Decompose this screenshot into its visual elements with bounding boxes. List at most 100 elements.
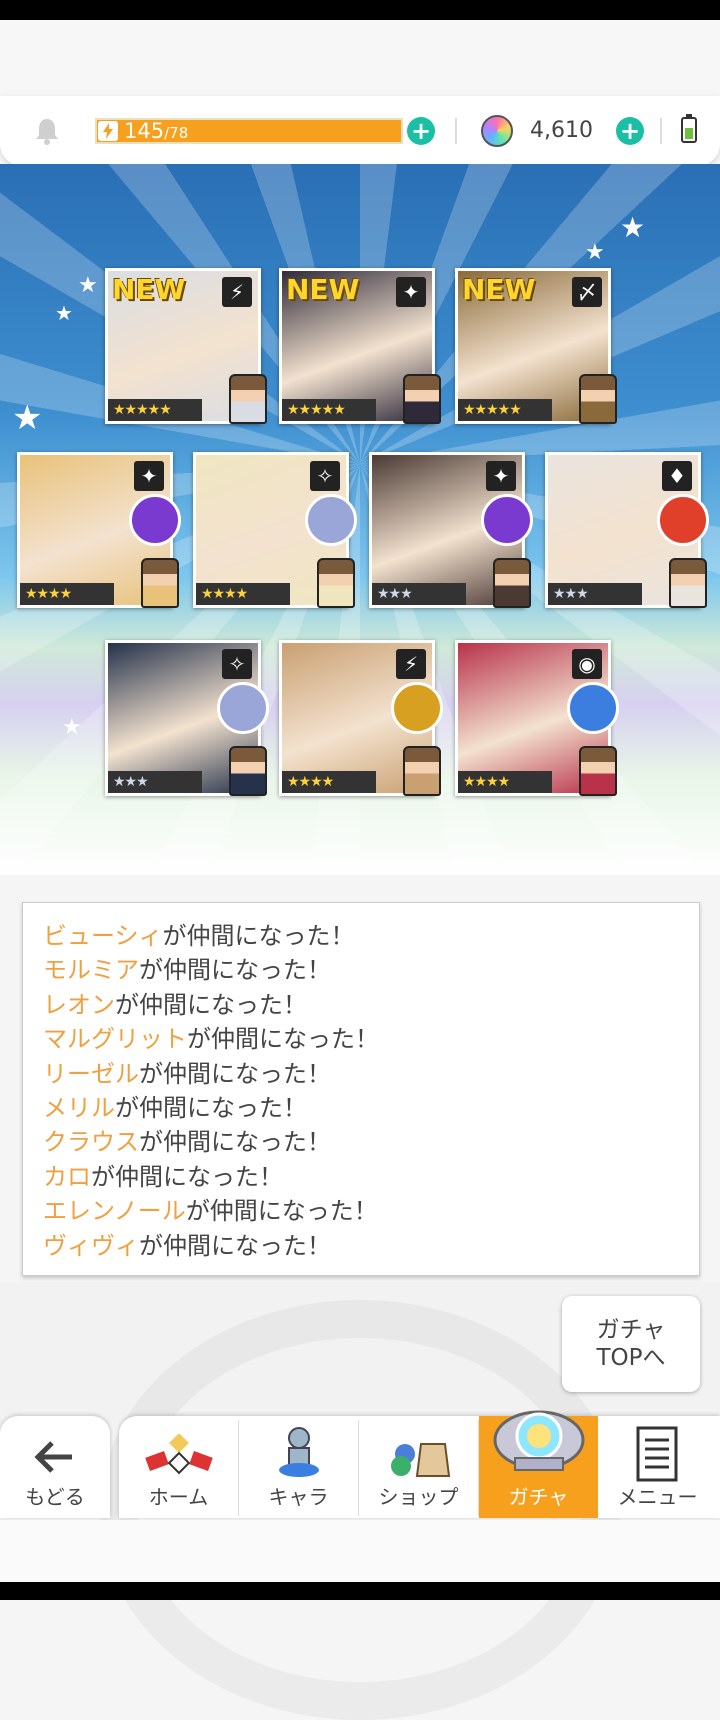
character-name: モルミア: [43, 956, 139, 985]
character-name: リーゼル: [43, 1059, 139, 1088]
log-line: ヴィヴィが仲間になった！: [43, 1229, 673, 1257]
pixel-character-sprite: [579, 746, 617, 796]
new-badge: NEW: [286, 273, 360, 306]
joined-text: が仲間になった！: [115, 990, 307, 1019]
sparkle-icon: ★: [12, 398, 43, 438]
result-log-panel: ビューシィが仲間になった！ モルミアが仲間になった！ レオンが仲間になった！ マルグリ…: [22, 902, 700, 1276]
back-button[interactable]: もどる: [0, 1416, 110, 1518]
rarity-stars: ★★★: [372, 583, 466, 605]
divider: [660, 118, 662, 144]
gacha-crystal-icon: [493, 1410, 585, 1471]
pixel-character-sprite: [229, 746, 267, 796]
tab-home[interactable]: ホーム: [119, 1416, 238, 1518]
character-name: クラウス: [43, 1128, 139, 1157]
joined-text: が仲間になった！: [185, 1197, 378, 1226]
bolt-icon: ⚡: [222, 277, 252, 307]
weapon-icon: [657, 494, 709, 546]
tab-home-label: ホーム: [148, 1485, 209, 1509]
rarity-stars: ★★★★★: [458, 399, 552, 421]
new-badge: NEW: [462, 273, 536, 306]
rarity-stars: ★★★★: [458, 771, 552, 793]
home-icon: [145, 1434, 213, 1475]
sparkle-icon: ★: [62, 715, 82, 740]
tab-shop-label: ショップ: [378, 1485, 459, 1509]
log-line: クラウスが仲間になった！: [43, 1125, 673, 1159]
rarity-stars: ★★★★★: [108, 399, 202, 421]
tab-chara[interactable]: キャラ: [239, 1416, 358, 1518]
joined-text: が仲間になった！: [115, 1093, 307, 1122]
sparkle-icon: ★: [620, 211, 646, 244]
light-star-icon: ✧: [310, 461, 340, 491]
dark-star-icon: ✦: [396, 277, 426, 307]
character-name: カロ: [43, 1162, 91, 1191]
tab-gacha-label: ガチャ: [508, 1485, 569, 1509]
stamina-max: /78: [164, 124, 189, 142]
character-name: マルグリット: [43, 1025, 187, 1054]
home-indicator-area: [0, 1520, 720, 1582]
rarity-stars: ★★★★: [282, 771, 376, 793]
weapon-icon: [481, 494, 533, 546]
system-nav-bar: [0, 1582, 720, 1600]
character-name: ビューシィ: [43, 922, 163, 950]
pixel-character-sprite: [317, 558, 355, 608]
battery-icon: [681, 114, 697, 143]
joined-text: が仲間になった！: [162, 922, 355, 950]
gem-count: 4,610: [530, 118, 593, 143]
rarity-stars: ★★★★: [196, 583, 290, 605]
divider: [455, 118, 457, 144]
log-line: マルグリットが仲間になった！: [43, 1022, 673, 1056]
menu-list-icon: [636, 1426, 678, 1482]
tab-menu[interactable]: メニュー: [598, 1416, 717, 1518]
stamina-value: 145/78: [124, 118, 188, 144]
shop-bag-icon: [391, 1443, 451, 1477]
weapon-icon: [305, 494, 357, 546]
bolt-icon: ⚡: [396, 649, 426, 679]
joined-text: が仲間になった！: [187, 1025, 379, 1054]
rainbow-gem-icon: [481, 115, 513, 147]
character-icon: [279, 1427, 319, 1477]
result-log[interactable]: ビューシィが仲間になった！ モルミアが仲間になった！ レオンが仲間になった！ マルグリ…: [43, 919, 673, 1257]
pixel-character-sprite: [669, 558, 707, 608]
bell-icon[interactable]: [34, 117, 60, 145]
pixel-character-sprite: [403, 746, 441, 796]
sparkle-icon: ★: [585, 240, 605, 265]
character-name: ヴィヴィ: [43, 1231, 139, 1257]
add-gems-button[interactable]: +: [616, 117, 644, 145]
gacha-top-button[interactable]: ガチャ TOPへ: [562, 1296, 700, 1392]
tab-shop[interactable]: ショップ: [359, 1416, 478, 1518]
tab-menu-label: メニュー: [617, 1485, 698, 1509]
dark-star-icon: ✦: [486, 461, 516, 491]
log-line: レオンが仲間になった！: [43, 988, 673, 1022]
tab-gacha[interactable]: ガチャ: [479, 1410, 598, 1518]
character-name: レオン: [43, 990, 115, 1019]
sparkle-icon: ★: [55, 301, 73, 325]
log-line: カロが仲間になった！: [43, 1160, 673, 1194]
new-badge: NEW: [112, 273, 186, 306]
log-line: メリルが仲間になった！: [43, 1091, 673, 1125]
weapon-icon: [217, 682, 269, 734]
add-stamina-button[interactable]: +: [407, 117, 435, 145]
joined-text: が仲間になった！: [139, 1128, 331, 1157]
tab-chara-label: キャラ: [268, 1485, 329, 1509]
stamina-bolt-icon: [98, 121, 118, 141]
rarity-stars: ★★★: [108, 771, 202, 793]
log-line: モルミアが仲間になった！: [43, 953, 673, 987]
pixel-character-sprite: [579, 374, 617, 424]
gacha-top-label-1: ガチャ: [596, 1317, 666, 1343]
joined-text: が仲間になった！: [139, 1231, 331, 1257]
pixel-character-sprite: [403, 374, 441, 424]
stamina-current: 145: [124, 119, 165, 143]
weapon-icon: [129, 494, 181, 546]
back-arrow-icon: [34, 1441, 72, 1473]
log-line: ビューシィが仲間になった！: [43, 919, 673, 953]
back-label: もどる: [25, 1485, 85, 1509]
weapon-icon: [567, 682, 619, 734]
weapon-icon: [391, 682, 443, 734]
rarity-stars: ★★★: [548, 583, 642, 605]
log-line: リーゼルが仲間になった！: [43, 1057, 673, 1091]
pixel-character-sprite: [493, 558, 531, 608]
fire-diamond-icon: ♦: [662, 461, 692, 491]
rarity-stars: ★★★★: [20, 583, 114, 605]
joined-text: が仲間になった！: [139, 956, 331, 985]
joined-text: が仲間になった！: [139, 1059, 331, 1088]
